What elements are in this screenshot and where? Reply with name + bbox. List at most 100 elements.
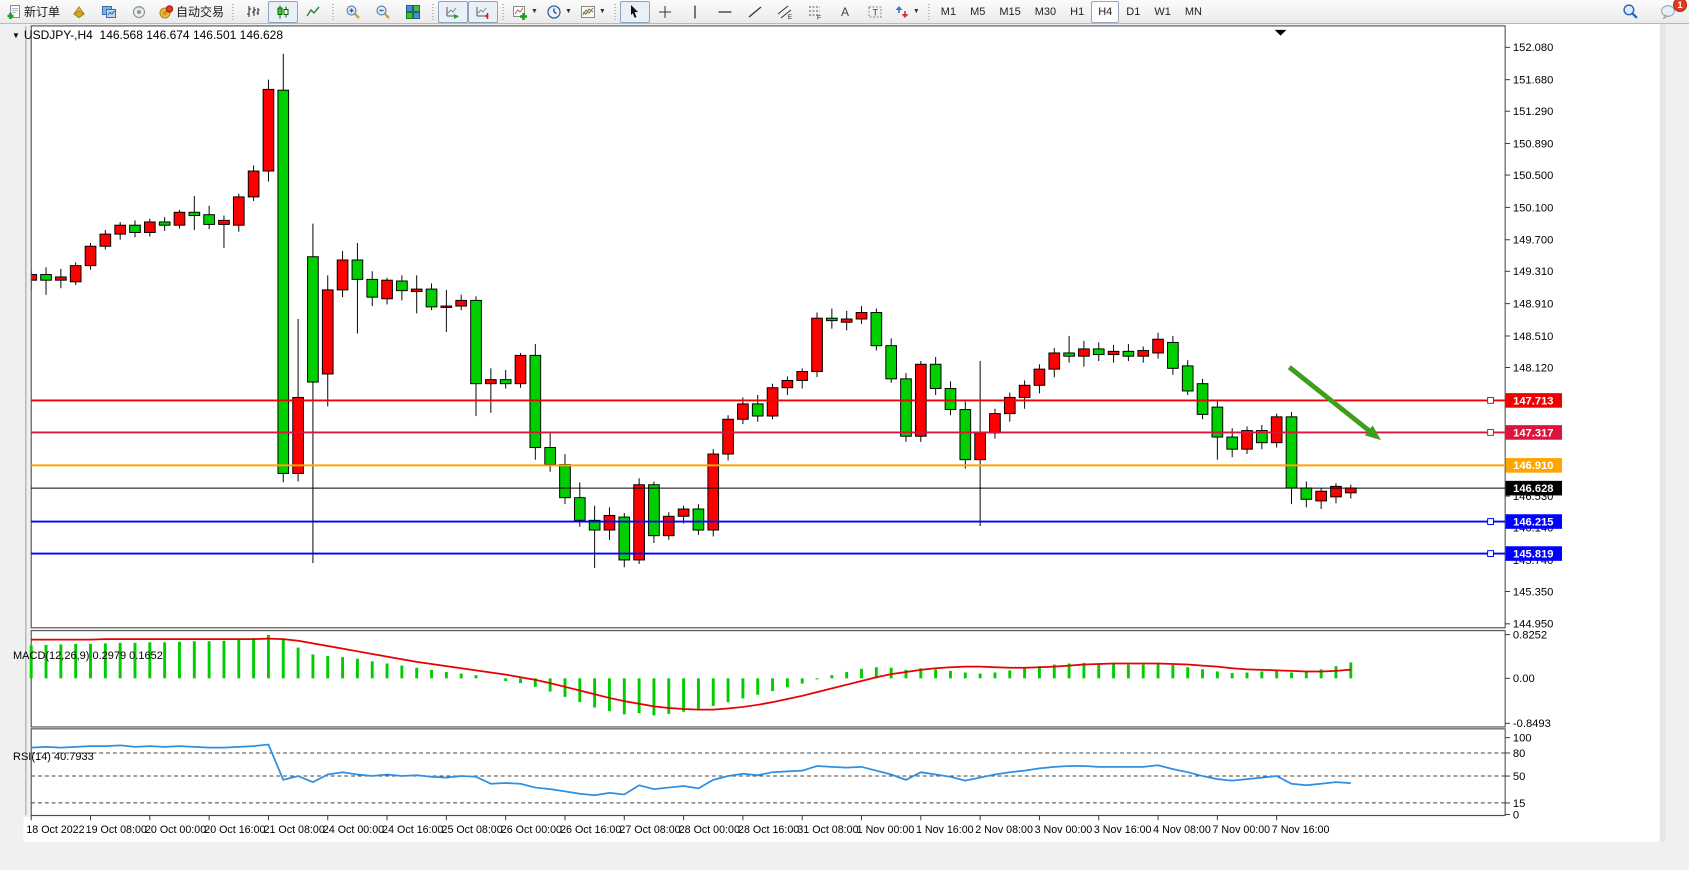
candle-body (693, 509, 704, 530)
candle-body (975, 433, 986, 460)
horizontal-line-button[interactable] (710, 1, 740, 23)
tf-d1-button[interactable]: D1 (1119, 1, 1147, 23)
time-tick-label: 24 Oct 16:00 (382, 824, 443, 836)
search-icon (1622, 3, 1639, 20)
hline-marker[interactable] (1488, 398, 1494, 404)
tf-w1-button[interactable]: W1 (1147, 1, 1178, 23)
candle-body (990, 414, 1001, 433)
toolbar-grip (330, 4, 336, 20)
candle-body (1345, 488, 1356, 493)
tf-m30-button[interactable]: M30 (1028, 1, 1063, 23)
rsi-panel (31, 729, 1505, 816)
text-button[interactable]: A (830, 1, 860, 23)
candle-body (560, 465, 571, 498)
candle-body (174, 212, 185, 225)
candle-body (441, 306, 452, 307)
time-tick-label: 18 Oct 2022 (26, 824, 84, 836)
time-tick-label: 28 Oct 00:00 (679, 824, 740, 836)
auto-trading-button[interactable]: 自动交易 (154, 1, 228, 23)
candle-body (1168, 342, 1179, 368)
time-tick-label: 2 Nov 08:00 (975, 824, 1033, 836)
auto-scroll-button[interactable] (438, 1, 468, 23)
tile-windows-icon (405, 4, 421, 20)
candle-body (130, 225, 141, 232)
tf-m15-button[interactable]: M15 (992, 1, 1027, 23)
indicators-button[interactable]: ▼ (508, 1, 542, 23)
arrows-button[interactable]: ▼ (890, 1, 924, 23)
toolbar-grip (612, 4, 618, 20)
tf-mn-button[interactable]: MN (1178, 1, 1209, 23)
chart-shift-button[interactable] (468, 1, 498, 23)
trendline-button[interactable] (740, 1, 770, 23)
zoom-out-button[interactable] (368, 1, 398, 23)
time-tick-label: 24 Oct 00:00 (323, 824, 384, 836)
rsi-axis-label: 0 (1513, 809, 1519, 821)
candle-body (856, 313, 867, 319)
time-tick-label: 20 Oct 16:00 (204, 824, 265, 836)
time-tick-label: 1 Nov 16:00 (916, 824, 974, 836)
candle-body (1079, 349, 1090, 356)
candle-body (797, 372, 808, 381)
hline-marker[interactable] (1488, 430, 1494, 436)
webinar-button[interactable] (124, 1, 154, 23)
candle-body (871, 313, 882, 346)
market-watch-button[interactable] (64, 1, 94, 23)
tf-m5-button[interactable]: M5 (963, 1, 992, 23)
chart-window: 152.080151.680151.290150.890150.500150.1… (0, 24, 1689, 865)
price-tick-label: 145.350 (1513, 586, 1553, 598)
tf-m1-button[interactable]: M1 (934, 1, 963, 23)
text-icon: A (837, 4, 853, 20)
main-chart-panel (31, 26, 1505, 628)
candle-body (960, 410, 971, 460)
candle-body (70, 266, 81, 282)
time-tick-label: 31 Oct 08:00 (797, 824, 858, 836)
candle-body (1108, 351, 1119, 354)
equidistant-channel-button[interactable]: E (770, 1, 800, 23)
candle-body (604, 515, 615, 530)
new-order-icon (6, 4, 22, 20)
notifications-button[interactable]: 1 (1653, 1, 1683, 23)
periods-dropdown-caret: ▼ (565, 8, 572, 15)
zoom-in-button[interactable] (338, 1, 368, 23)
macd-axis-label: 0.8252 (1513, 629, 1547, 641)
indicators-dropdown-caret: ▼ (531, 8, 538, 15)
webinar-icon (131, 4, 147, 20)
tf-h4-button[interactable]: H4 (1091, 1, 1119, 23)
chart-canvas[interactable]: 152.080151.680151.290150.890150.500150.1… (0, 24, 1689, 865)
candle-body (456, 300, 467, 306)
candle-body (1019, 385, 1030, 397)
hline-marker[interactable] (1488, 519, 1494, 525)
templates-button[interactable]: ▼ (576, 1, 610, 23)
candle-body (352, 260, 363, 279)
search-button[interactable] (1615, 1, 1645, 23)
charts-button[interactable] (94, 1, 124, 23)
vertical-line-button[interactable] (680, 1, 710, 23)
candlestick-chart-button[interactable] (268, 1, 298, 23)
cursor-button[interactable] (620, 1, 650, 23)
fibonacci-button[interactable]: F (800, 1, 830, 23)
time-tick-label: 3 Nov 16:00 (1094, 824, 1152, 836)
rsi-axis-label: 50 (1513, 771, 1525, 783)
bar-chart-button[interactable] (238, 1, 268, 23)
tf-h1-button[interactable]: H1 (1063, 1, 1091, 23)
main-toolbar: 新订单 自动交易 (0, 0, 1689, 24)
candle-body (485, 380, 496, 384)
candlestick-chart-icon (275, 4, 291, 20)
candle-body (1182, 366, 1193, 391)
hline-marker[interactable] (1488, 551, 1494, 557)
candle-body (752, 404, 763, 416)
clock-icon (546, 4, 562, 20)
candle-body (901, 379, 912, 436)
candle-body (738, 404, 749, 419)
hline-price-label: 145.819 (1513, 548, 1553, 560)
time-tick-label: 25 Oct 08:00 (442, 824, 503, 836)
periods-button[interactable]: ▼ (542, 1, 576, 23)
new-order-button[interactable]: 新订单 (2, 1, 64, 23)
crosshair-button[interactable] (650, 1, 680, 23)
text-label-button[interactable]: T (860, 1, 890, 23)
candle-body (322, 290, 333, 374)
svg-text:F: F (817, 14, 821, 20)
tile-windows-button[interactable] (398, 1, 428, 23)
price-tick-label: 150.100 (1513, 202, 1553, 214)
line-chart-button[interactable] (298, 1, 328, 23)
